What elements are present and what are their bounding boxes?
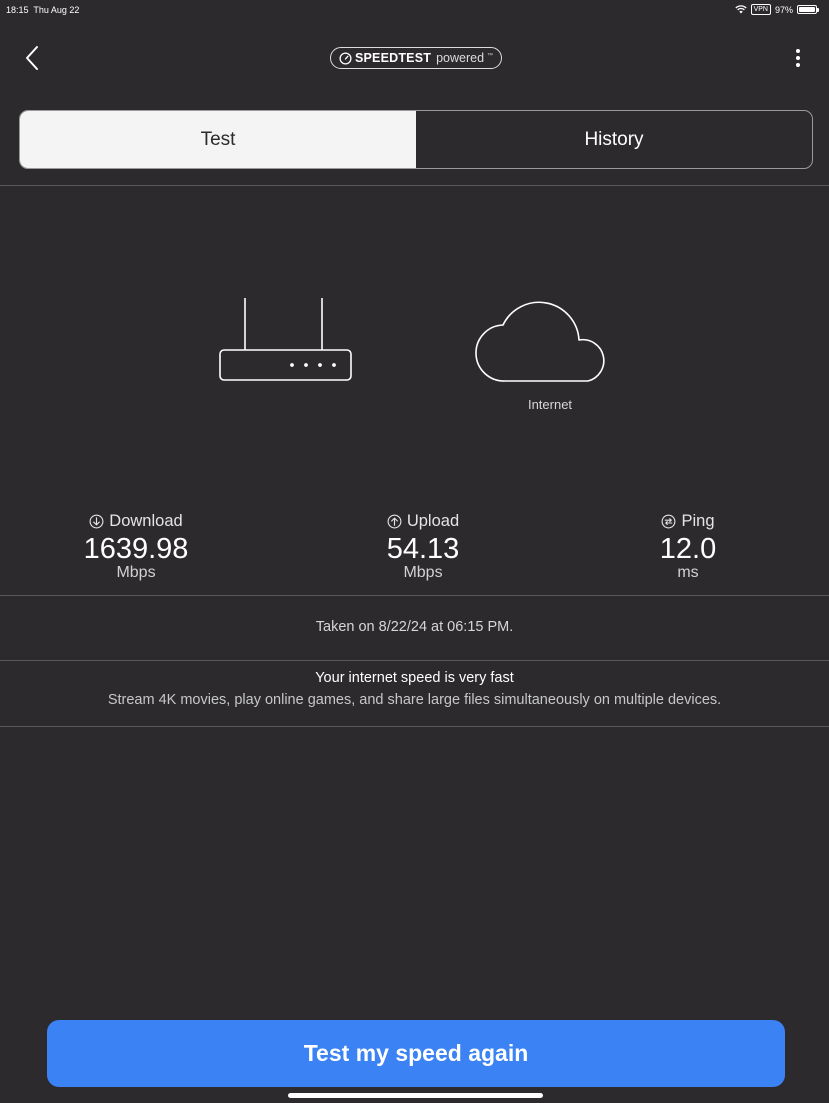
verdict-divider: [0, 726, 829, 727]
ping-circle-icon: [662, 514, 676, 528]
wifi-icon: [734, 5, 747, 14]
upload-label-row: Upload: [313, 512, 533, 530]
upload-value: 54.13: [386, 533, 460, 565]
ping-value: 12.0: [659, 533, 717, 565]
ping-label-row: Ping: [578, 512, 798, 530]
download-label-row: Download: [26, 512, 246, 530]
brand-trademark: ™: [487, 53, 494, 59]
status-time: 18:15: [6, 5, 29, 15]
vertical-ellipsis-icon: [796, 49, 800, 53]
arrow-down-circle-icon: [89, 514, 104, 528]
ping-unit: ms: [677, 564, 699, 581]
router-icon: [219, 298, 352, 381]
status-date: Thu Aug 22: [33, 5, 80, 15]
battery-icon: [797, 5, 819, 14]
battery-level: [799, 7, 815, 12]
cloud-icon: [475, 301, 605, 382]
chevron-left-icon: [26, 46, 38, 70]
test-again-button[interactable]: Test my speed again: [47, 1020, 785, 1087]
more-options-button[interactable]: [790, 46, 806, 70]
tab-test[interactable]: Test: [20, 111, 416, 168]
download-unit: Mbps: [116, 564, 156, 581]
speed-gauge-icon: [339, 51, 352, 65]
speedtest-screen: 18:15 Thu Aug 22 VPN 97% SPEEDTEST power…: [0, 0, 829, 1103]
battery-percent: 97%: [774, 4, 793, 15]
status-bar: 18:15 Thu Aug 22 VPN 97%: [0, 0, 829, 20]
test-timestamp: Taken on 8/22/24 at 06:15 PM.: [315, 619, 514, 635]
timestamp-divider: [0, 660, 829, 661]
download-label: Download: [109, 511, 183, 530]
speedtest-brand-badge: SPEEDTEST powered ™: [330, 47, 502, 69]
speed-verdict-title: Your internet speed is very fast: [315, 670, 514, 686]
brand-powered: powered: [436, 51, 485, 65]
status-time-date: 18:15 Thu Aug 22: [6, 5, 79, 15]
home-indicator[interactable]: [288, 1093, 543, 1098]
metrics-divider: [0, 595, 829, 596]
status-indicators: VPN 97%: [734, 4, 819, 15]
tab-switcher: Test History: [19, 110, 813, 169]
header-divider: [0, 185, 829, 186]
download-value: 1639.98: [83, 533, 189, 565]
internet-label: Internet: [527, 397, 573, 412]
tab-history[interactable]: History: [416, 111, 812, 168]
back-button[interactable]: [22, 44, 44, 72]
ping-metric: Ping 12.0 ms: [578, 512, 798, 582]
upload-metric: Upload 54.13 Mbps: [313, 512, 533, 582]
download-metric: Download 1639.98 Mbps: [26, 512, 246, 582]
brand-name: SPEEDTEST: [354, 51, 432, 65]
upload-unit: Mbps: [403, 564, 443, 581]
vpn-badge: VPN: [750, 4, 771, 15]
ping-label: Ping: [681, 511, 715, 530]
arrow-up-circle-icon: [387, 514, 402, 528]
upload-label: Upload: [406, 511, 460, 530]
speed-verdict-description: Stream 4K movies, play online games, and…: [107, 692, 722, 708]
